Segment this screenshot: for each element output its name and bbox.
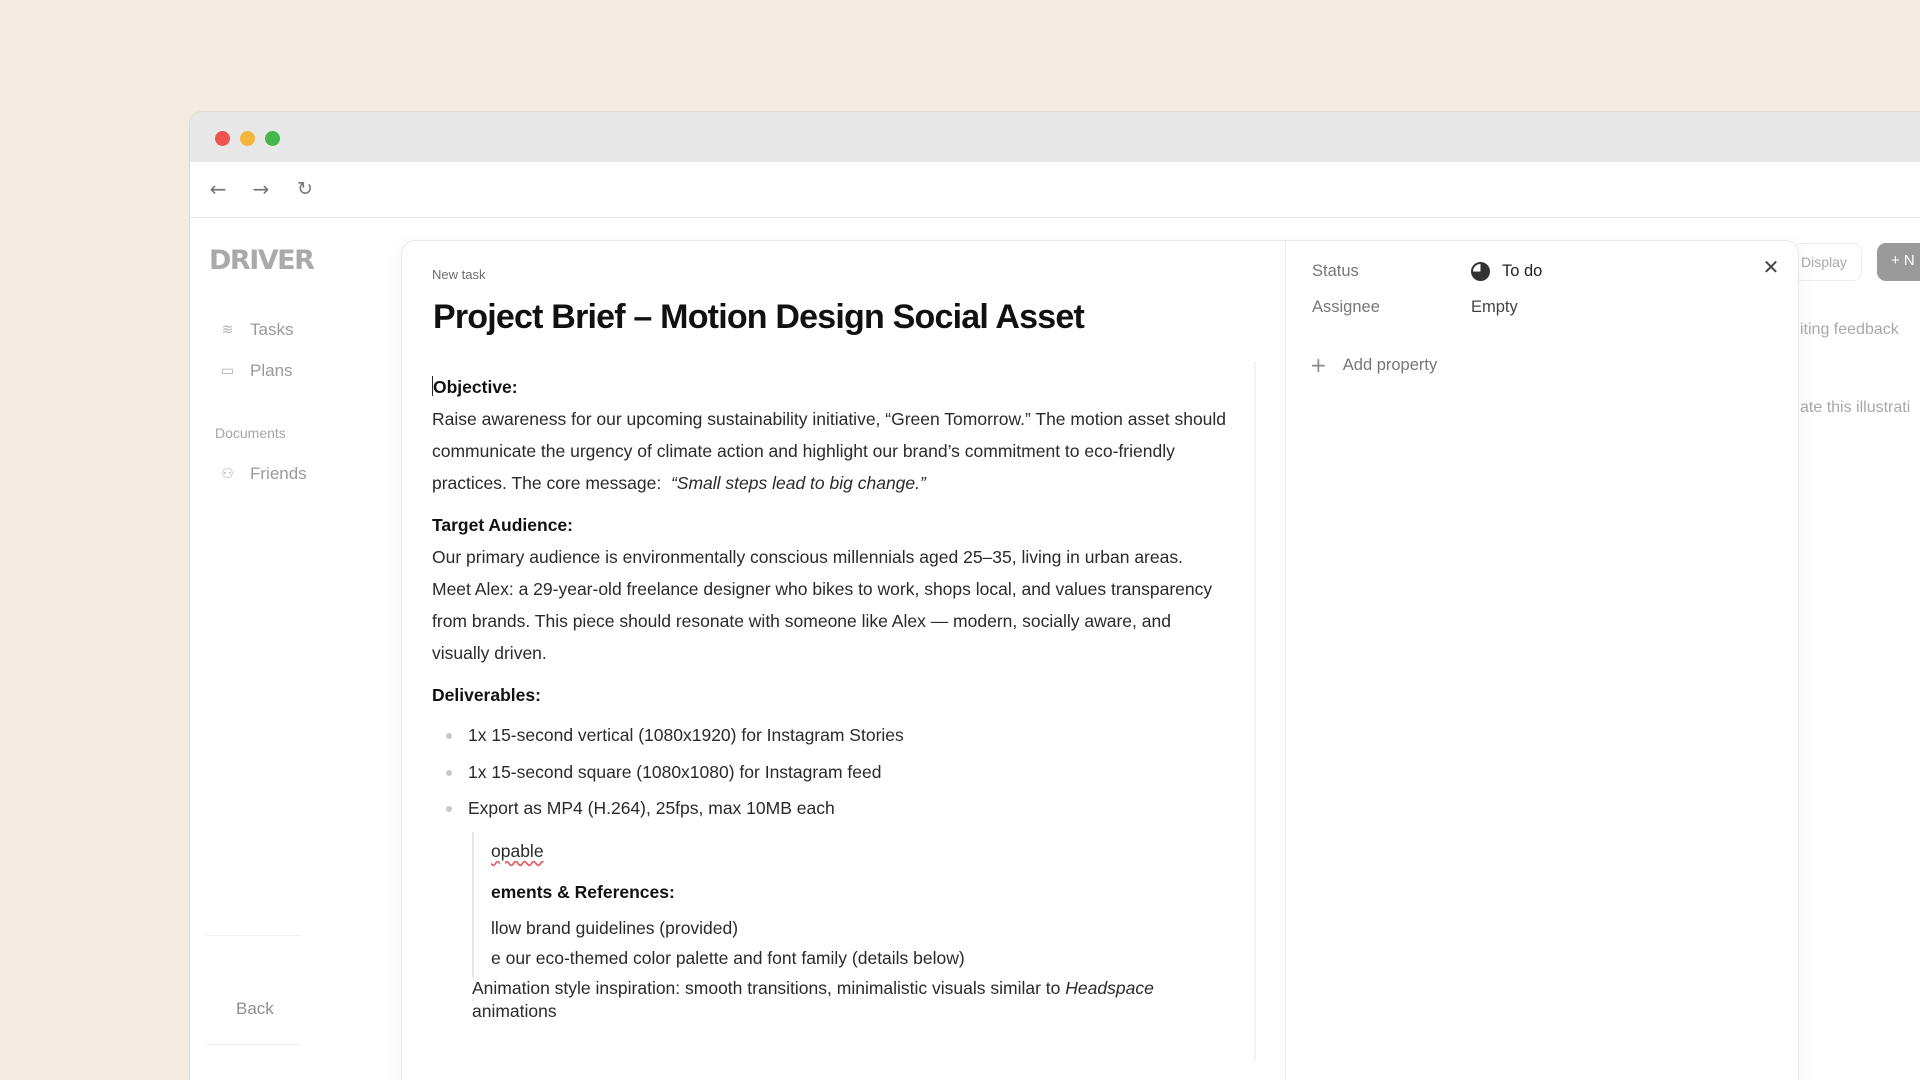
sidebar-item-label: Tasks (250, 320, 294, 339)
status-pie-icon (1471, 262, 1490, 281)
new-task-button[interactable]: + N (1877, 243, 1920, 281)
objective-heading: Objective: (432, 376, 518, 397)
task-modal: New task Project Brief – Motion Design S… (401, 240, 1799, 1080)
list-item: 1x 15-second square (1080x1080) for Inst… (432, 754, 1232, 791)
browser-toolbar: ← → ↻ (190, 162, 1920, 218)
text-fragment: llow brand guidelines (provided) (491, 918, 739, 939)
task-body-editor[interactable]: Objective: Raise awareness for our upcom… (432, 371, 1232, 827)
app-logo[interactable]: DRIVER (209, 245, 315, 276)
audience-text: Our primary audience is environmentally … (432, 547, 1183, 567)
back-button[interactable]: Back (206, 935, 301, 1045)
forward-arrow-icon[interactable]: → (249, 177, 273, 201)
text-fragment: animations (472, 1001, 557, 1022)
sidebar-item-label: Friends (250, 464, 307, 483)
list-item: 1x 15-second vertical (1080x1920) for In… (432, 717, 1232, 754)
objective-quote: “Small steps lead to big change.” (670, 473, 926, 493)
sidebar-item-friends[interactable]: ⚇ Friends (219, 464, 307, 484)
assignee-value[interactable]: Empty (1471, 298, 1518, 317)
background-task-text: ate this illustrati (1800, 399, 1911, 416)
assignee-label: Assignee (1312, 298, 1380, 316)
status-value[interactable]: To do (1471, 262, 1542, 281)
list-item: Export as MP4 (H.264), 25fps, max 10MB e… (432, 790, 1232, 827)
sidebar-item-plans[interactable]: ▭ Plans (219, 361, 293, 381)
minimize-window-button[interactable] (240, 131, 255, 146)
back-button-label: Back (236, 999, 274, 1018)
text-fragment: e our eco-themed color palette and font … (491, 948, 965, 969)
objective-text: Raise awareness for our upcoming sustain… (432, 409, 1227, 493)
background-task-text: iting feedback (1800, 321, 1899, 338)
close-icon[interactable]: ✕ (1760, 256, 1782, 278)
audience-text: Meet Alex: a 29-year-old freelance desig… (432, 579, 1213, 663)
status-label: Status (1312, 262, 1359, 280)
status-text: To do (1502, 262, 1543, 280)
scroll-divider (1254, 361, 1256, 1061)
display-button[interactable]: Display (1792, 243, 1862, 281)
layers-icon: ≋ (221, 322, 234, 338)
text-fragment: opable (491, 841, 544, 862)
reload-icon[interactable]: ↻ (293, 177, 317, 201)
audience-heading: Target Audience: (432, 515, 573, 535)
properties-panel: Status To do ✕ Assignee Empty + Add prop… (1285, 241, 1798, 1080)
back-arrow-icon[interactable]: ← (206, 177, 230, 201)
users-icon: ⚇ (221, 466, 234, 482)
modal-label: New task (432, 267, 486, 282)
sidebar-section-documents: Documents (215, 425, 286, 441)
task-title[interactable]: Project Brief – Motion Design Social Ass… (433, 298, 1085, 337)
add-property-button[interactable]: + Add property (1310, 353, 1437, 377)
deliverables-heading: Deliverables: (432, 685, 541, 705)
add-property-label: Add property (1342, 355, 1438, 374)
text-fragment: ements & References: (491, 882, 675, 903)
sidebar-item-label: Plans (250, 361, 293, 380)
deliverables-list: 1x 15-second vertical (1080x1920) for In… (432, 717, 1232, 827)
title-bar (190, 112, 1920, 162)
sidebar-item-tasks[interactable]: ≋ Tasks (219, 320, 294, 340)
maximize-window-button[interactable] (265, 131, 280, 146)
close-window-button[interactable] (215, 131, 230, 146)
plus-icon: + (1310, 353, 1327, 377)
calendar-icon: ▭ (220, 363, 235, 379)
text-fragment: Animation style inspiration: smooth tran… (472, 978, 1154, 999)
task-document: New task Project Brief – Motion Design S… (402, 241, 1257, 1080)
